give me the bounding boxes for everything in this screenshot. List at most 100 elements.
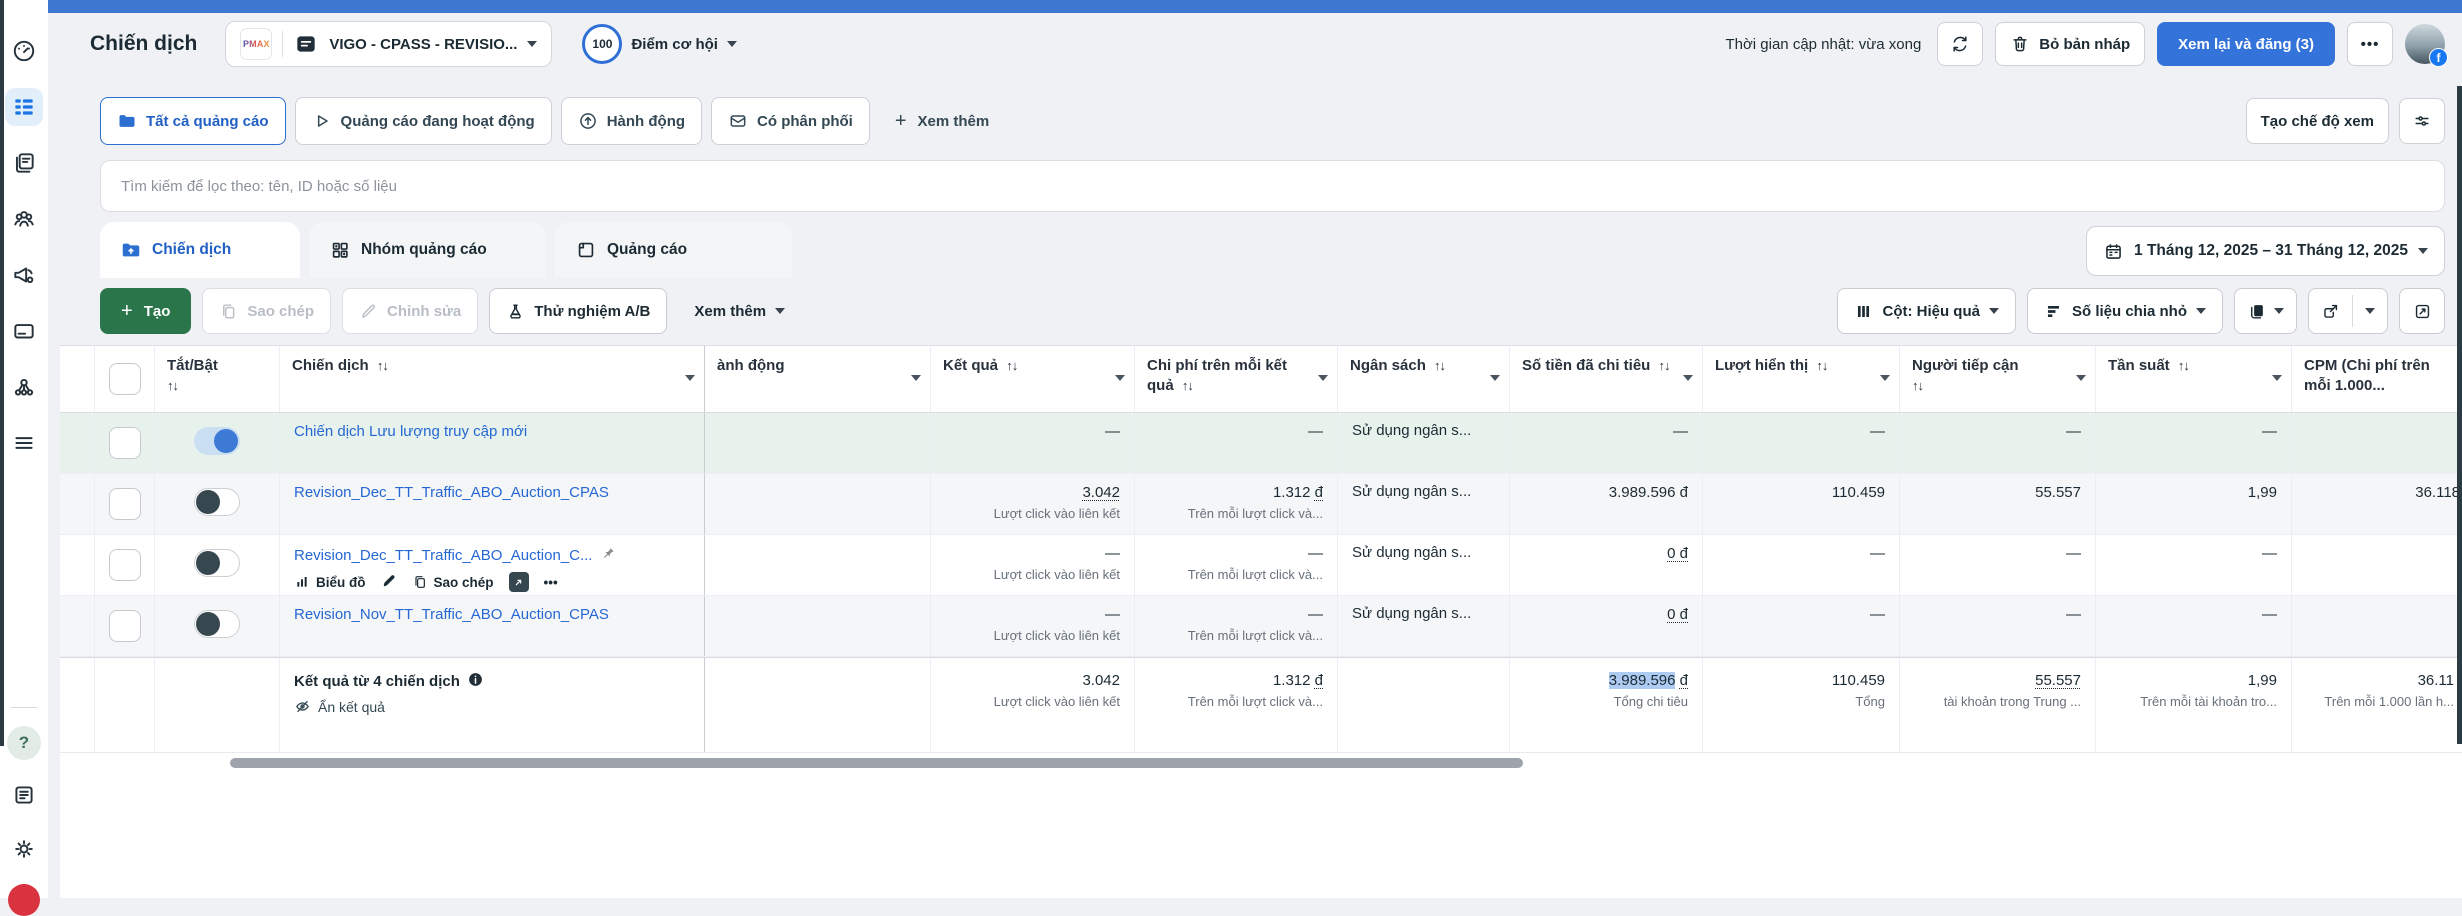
row-checkbox[interactable] [108,488,141,520]
date-range-selector[interactable]: 1 Tháng 12, 2025 – 31 Tháng 12, 2025 [2086,226,2445,276]
breakdown-button[interactable]: Số liệu chia nhỏ [2026,288,2223,334]
header-amount-spent-column[interactable]: Số tiền đã chi tiêu ↑↓ [1510,346,1703,412]
select-all-checkbox[interactable] [108,363,141,395]
export-options-button[interactable] [2353,289,2387,333]
account-overview-gauge-icon[interactable] [5,32,43,70]
help-button[interactable]: ? [7,726,41,760]
open-charts-button[interactable] [2399,288,2445,334]
right-screen-edge [2457,86,2462,744]
summary-impressions-cell: 110.459 Tổng [1703,658,1900,752]
filter-chip-all-ads[interactable]: Tất cả quảng cáo [100,97,286,145]
row-more-button[interactable]: ••• [544,575,558,590]
sidebar-item-ads-megaphone-icon[interactable] [5,256,43,294]
export-split-button[interactable] [2308,288,2388,334]
news-updates-icon[interactable] [5,776,43,814]
settings-gear-icon[interactable] [5,830,43,868]
campaign-toggle-on[interactable] [194,427,240,455]
duplicate-row-button[interactable]: Sao chép [412,574,494,590]
action-cell [705,535,931,595]
campaign-toggle-off[interactable] [194,610,240,638]
edit-button[interactable]: Chỉnh sửa [342,288,479,334]
filter-chip-has-delivery[interactable]: Có phân phối [711,97,870,145]
ab-test-button[interactable]: Thử nghiệm A/B [489,288,668,334]
hide-results-button[interactable]: Ẩn kết quả [280,698,704,715]
header-campaign-column[interactable]: Chiến dịch ↑↓ [280,346,705,412]
column-menu-caret[interactable] [2076,375,2086,381]
account-selector[interactable]: PMAX VIGO - CPASS - REVISIO... [225,21,553,67]
sidebar-item-pages-icon[interactable] [5,144,43,182]
filter-chip-active-ads[interactable]: Quảng cáo đang hoạt động [294,97,552,145]
chevron-down-icon [2418,248,2428,254]
header-select-all[interactable] [95,346,155,412]
tab-campaigns[interactable]: Chiến dịch [100,222,300,278]
column-menu-caret[interactable] [1683,375,1693,381]
opportunity-score[interactable]: 100 Điểm cơ hội [582,24,737,64]
last-updated-text: Thời gian cập nhật: vừa xong [1725,35,1922,53]
header-results-column[interactable]: Kết quả ↑↓ [931,346,1135,412]
delivery-icon [730,115,746,127]
pin-icon[interactable] [600,545,616,565]
left-screen-edge [0,0,4,746]
chevron-down-icon [2365,308,2375,314]
open-chart-tile-button[interactable] [508,572,529,592]
all-tools-menu-icon[interactable] [5,424,43,462]
campaign-name-link[interactable]: Revision_Nov_TT_Traffic_ABO_Auction_CPAS [294,606,609,623]
sidebar-item-campaigns-active[interactable] [5,88,43,126]
duplicate-button[interactable]: Sao chép [202,288,332,334]
search-input[interactable] [100,160,2445,212]
campaign-name-cell: Revision_Dec_TT_Traffic_ABO_Auction_CPAS [280,474,705,534]
more-options-button[interactable]: ••• [2347,22,2393,66]
view-settings-button[interactable] [2399,98,2445,144]
notification-badge[interactable] [8,884,40,916]
info-icon[interactable] [467,671,484,692]
score-label: Điểm cơ hội [631,35,718,53]
row-checkbox[interactable] [108,427,141,459]
refresh-button[interactable] [1937,22,1984,66]
column-menu-caret[interactable] [1490,375,1500,381]
user-avatar[interactable]: f [2405,24,2448,67]
edit-row-button[interactable] [381,573,397,592]
campaign-name-link[interactable]: Chiến dịch Lưu lượng truy cập mới [294,423,527,440]
review-publish-button[interactable]: Xem lại và đăng (3) [2157,22,2335,66]
row-checkbox[interactable] [108,549,141,581]
campaign-toggle-off[interactable] [194,488,240,516]
tab-ads[interactable]: Quảng cáo [555,222,792,278]
row-checkbox[interactable] [108,610,141,642]
create-button[interactable]: + Tạo [100,288,192,334]
campaign-name-cell: Revision_Nov_TT_Traffic_ABO_Auction_CPAS [280,596,705,656]
column-menu-caret[interactable] [1318,375,1328,381]
filter-see-more-button[interactable]: + Xem thêm [879,98,1005,144]
export-button[interactable] [2309,289,2352,333]
sidebar-item-assets-orgchart-icon[interactable] [5,368,43,406]
column-menu-caret[interactable] [1880,375,1890,381]
header-budget-column[interactable]: Ngân sách ↑↓ [1338,346,1510,412]
view-charts-button[interactable]: Biểu đồ [294,574,366,590]
header-reach-column[interactable]: Người tiếp cận ↑↓ [1900,346,2096,412]
column-menu-caret[interactable] [685,375,695,381]
campaign-toggle-off[interactable] [194,549,240,577]
columns-button[interactable]: Cột: Hiệu quả [1837,288,2016,334]
column-menu-caret[interactable] [1115,375,1125,381]
toolbar-see-more-button[interactable]: Xem thêm [678,288,801,334]
discard-drafts-button[interactable]: Bỏ bản nháp [1995,22,2146,66]
sidebar-item-billing-card-icon[interactable] [5,312,43,350]
header-action-column[interactable]: ành động [705,346,931,412]
row-select-cell [95,413,155,473]
column-menu-caret[interactable] [2272,375,2282,381]
flask-icon [510,303,522,319]
sidebar-item-audiences-icon[interactable] [5,200,43,238]
campaign-name-link[interactable]: Revision_Dec_TT_Traffic_ABO_Auction_CPAS [294,484,609,501]
header-frequency-column[interactable]: Tần suất ↑↓ [2096,346,2292,412]
header-cost-per-result-column[interactable]: Chi phí trên mỗi kết quả ↑↓ [1135,346,1338,412]
reports-split-button[interactable] [2234,288,2297,334]
horizontal-scrollbar-thumb[interactable] [230,758,1523,768]
column-menu-caret[interactable] [911,375,921,381]
campaign-name-link[interactable]: Revision_Dec_TT_Traffic_ABO_Auction_C... [294,547,592,564]
tab-ad-sets[interactable]: Nhóm quảng cáo [309,222,546,278]
header-toggle-column[interactable]: Tắt/Bật ↑↓ [155,346,280,412]
header-cpm-column[interactable]: CPM (Chi phí trên mỗi 1.000... [2292,346,2462,412]
filter-chip-actions[interactable]: Hành động [560,97,703,145]
header-impressions-column[interactable]: Lượt hiển thị ↑↓ [1703,346,1900,412]
sliders-icon [2415,116,2429,126]
create-view-button[interactable]: Tạo chế độ xem [2245,98,2389,144]
